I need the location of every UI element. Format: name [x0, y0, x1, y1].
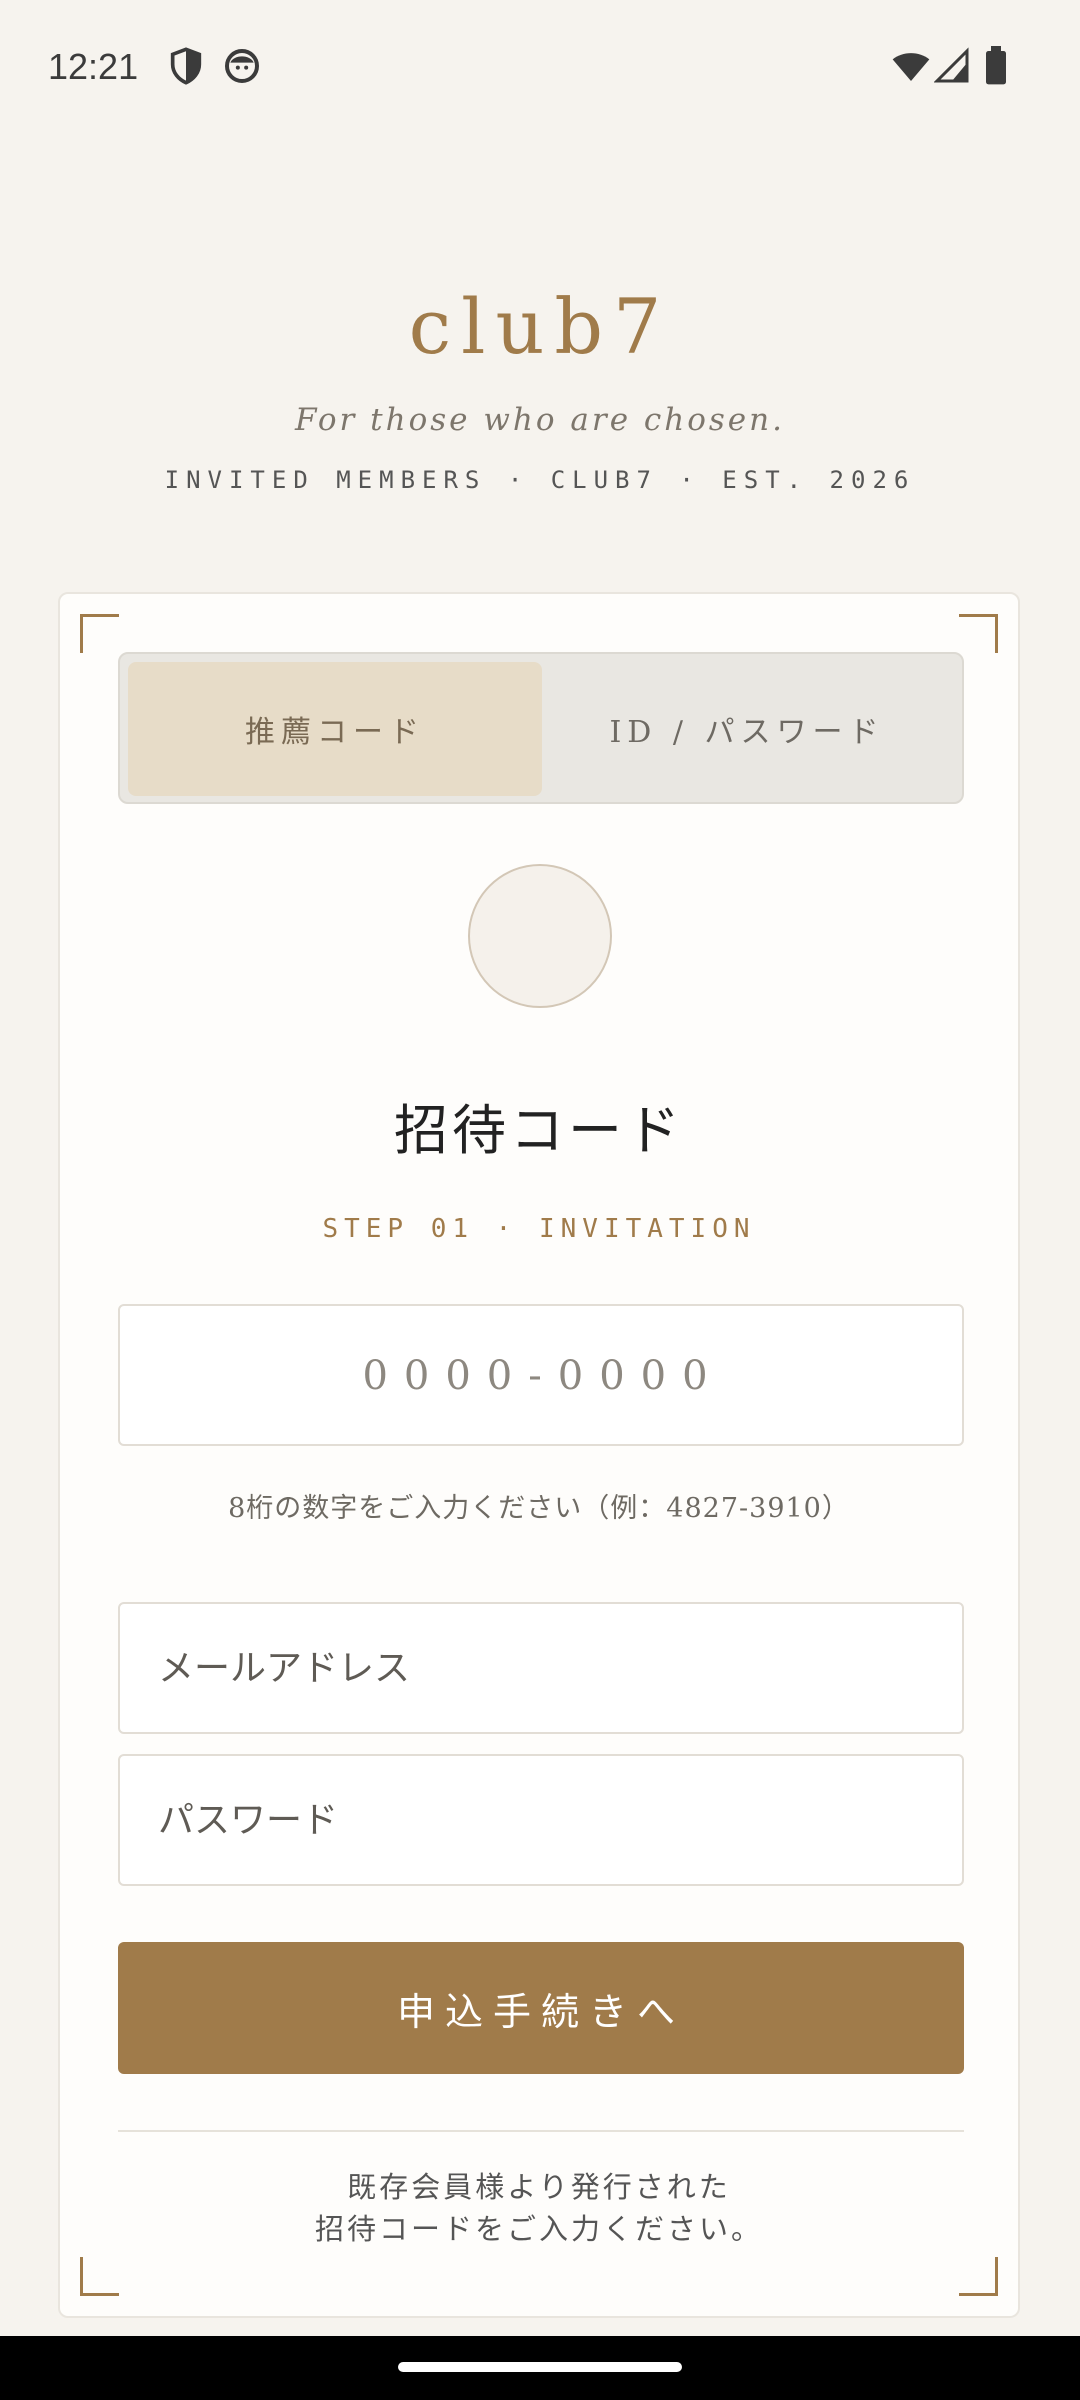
- system-navigation-bar: [0, 2336, 1080, 2400]
- invitation-note-line-1: 既存会員様より発行された: [347, 2170, 731, 2204]
- submit-button[interactable]: 申込手続きへ: [118, 1942, 964, 2074]
- corner-ornament-top-left: [80, 614, 119, 653]
- signal-icon: [933, 46, 974, 86]
- status-time: 12:21: [48, 46, 139, 87]
- password-field[interactable]: [118, 1754, 964, 1886]
- shield-icon: [166, 46, 206, 86]
- wifi-icon: [890, 46, 930, 86]
- corner-ornament-bottom-left: [80, 2257, 119, 2296]
- tagline: For those who are chosen.: [295, 402, 785, 438]
- code-hint: 8桁の数字をご入力ください（例：4827-3910）: [228, 1493, 850, 1524]
- corner-ornament-bottom-right: [959, 2257, 998, 2296]
- login-card: 推薦コード ID / パスワード 招待コード STEP 01 · INVITAT…: [58, 592, 1020, 2318]
- invitation-note: 既存会員様より発行された 招待コードをご入力ください。: [60, 2166, 1018, 2250]
- form-title: 招待コード: [394, 1099, 684, 1162]
- brand-logo-text: club7: [408, 282, 672, 371]
- battery-icon: [982, 46, 1022, 86]
- invitation-note-line-2: 招待コードをご入力ください。: [314, 2212, 763, 2246]
- password-input[interactable]: [120, 1756, 962, 1884]
- home-gesture-handle[interactable]: [398, 2362, 682, 2372]
- avatar-placeholder: [468, 864, 612, 1008]
- login-method-tabs: 推薦コード ID / パスワード: [118, 652, 964, 804]
- step-indicator: STEP 01 · INVITATION: [322, 1214, 756, 1244]
- tab-referral-code[interactable]: 推薦コード: [128, 662, 542, 796]
- corner-ornament-top-right: [959, 614, 998, 653]
- tab-id-password-label: ID / パスワード: [609, 715, 885, 750]
- divider: [118, 2130, 964, 2132]
- invitation-code-input[interactable]: [120, 1306, 966, 1446]
- tab-referral-code-label: 推薦コード: [245, 715, 425, 750]
- status-bar: 12:21: [0, 0, 1080, 140]
- invitation-code-field[interactable]: [118, 1304, 966, 1446]
- email-field[interactable]: [118, 1602, 964, 1734]
- tab-id-password[interactable]: ID / パスワード: [540, 662, 954, 796]
- face-icon: [222, 46, 262, 86]
- membership-subline: INVITED MEMBERS · CLUB7 · EST. 2026: [164, 466, 916, 494]
- email-input[interactable]: [120, 1604, 962, 1732]
